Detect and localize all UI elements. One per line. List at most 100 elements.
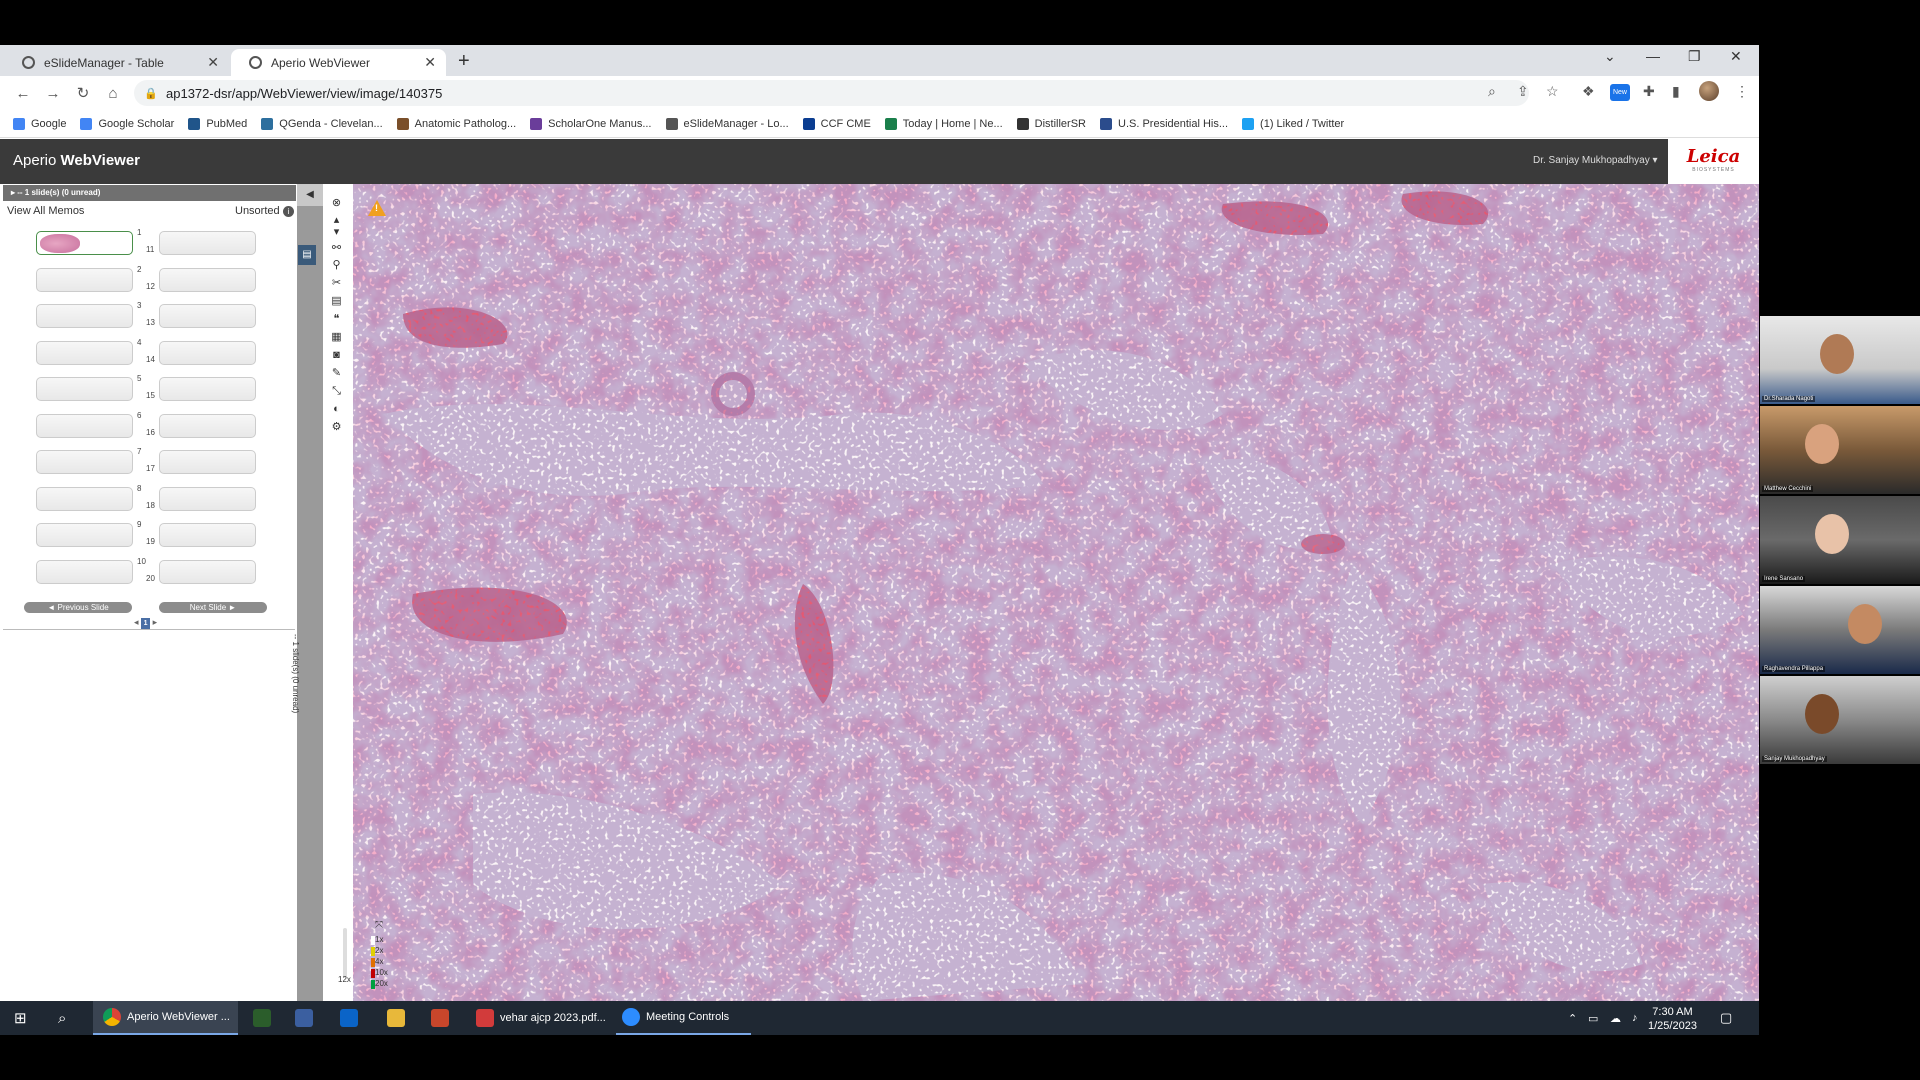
close-icon[interactable]: ✕ [424,54,436,71]
profile-avatar[interactable] [1699,81,1719,101]
memo-icon[interactable]: ▤ [298,245,316,265]
slide-slot[interactable] [36,450,133,474]
bookmark-item[interactable]: Today | Home | Ne... [884,117,1003,130]
new-badge-icon[interactable]: New [1610,84,1630,101]
minimize-button[interactable]: — [1646,48,1660,64]
zoom-level-option[interactable]: 10x [375,968,388,977]
share-icon[interactable]: ⇪ [1517,83,1529,100]
close-icon[interactable]: ✕ [207,54,219,71]
extensions-icon[interactable]: ✚ [1643,83,1655,100]
warning-icon[interactable]: ! [368,200,386,216]
slide-slot[interactable] [159,267,256,292]
close-window-button[interactable]: ✕ [1730,48,1742,65]
notification-icon[interactable]: ▢ [1720,1001,1732,1035]
onedrive-icon[interactable]: ☁ [1610,1001,1621,1035]
reload-icon[interactable]: ↻ [68,84,98,102]
taskbar-item-aperio[interactable]: Aperio WebViewer ... [93,1001,238,1035]
tray-chevron-icon[interactable]: ⌃ [1568,1001,1577,1035]
epic-icon[interactable] [295,1001,319,1035]
powerpoint-icon[interactable] [431,1001,455,1035]
slide-slot[interactable] [159,377,256,401]
pin-icon[interactable]: ⚲ [330,259,343,272]
view-all-memos-link[interactable]: View All Memos [7,205,84,217]
slide-slot[interactable] [159,304,256,328]
pager-prev[interactable]: ◂ [134,617,139,627]
document-icon[interactable]: ▤ [330,295,343,308]
zoom-level-option[interactable]: 1x [375,935,383,944]
participant-video-tile[interactable]: Dr.Sharada Nagoti [1760,316,1920,404]
file-explorer-icon[interactable] [387,1001,411,1035]
bookmark-item[interactable]: U.S. Presidential His... [1100,117,1228,130]
fit-icon[interactable]: ⤧ [375,920,383,931]
slide-slot[interactable] [159,486,256,511]
slide-slot[interactable] [159,559,256,584]
address-bar[interactable]: 🔒 ap1372-dsr/app/WebViewer/view/image/14… [134,80,1529,106]
outlook-icon[interactable] [340,1001,364,1035]
user-menu[interactable]: Dr. Sanjay Mukhopadhyay ▾ [1533,155,1658,166]
close-icon[interactable]: ⊗ [330,197,343,210]
participant-video-tile[interactable]: Matthew Cecchini [1760,406,1920,494]
participant-video-tile[interactable]: Raghavendra Pillappa [1760,586,1920,674]
bookmark-item[interactable]: Google Scholar [80,117,174,130]
taskbar-item-meeting[interactable]: Meeting Controls [616,1001,751,1035]
dropbox-icon[interactable]: ❖ [1582,83,1595,100]
search-icon[interactable]: ⌕ [58,1001,66,1035]
info-icon[interactable]: i [283,206,294,217]
pager-current[interactable]: 1 [141,618,151,629]
pager-next[interactable]: ▸ [153,617,158,627]
zoom-level-option[interactable]: 20x [375,979,388,988]
network-icon[interactable]: ▭ [1588,1001,1598,1035]
grid-icon[interactable]: ▦ [330,331,343,344]
clock[interactable]: 7:30 AM 1/25/2023 [1648,1005,1697,1033]
bookmark-item[interactable]: (1) Liked / Twitter [1242,117,1344,130]
sidepanel-icon[interactable]: ▮ [1672,83,1680,100]
menu-icon[interactable]: ⋮ [1735,83,1749,100]
zoom-level-option[interactable]: 4x [375,957,383,966]
back-icon[interactable]: ← [8,85,38,102]
slide-slot[interactable] [36,340,133,365]
bookmark-item[interactable]: DistillerSR [1016,117,1086,130]
home-icon[interactable]: ⌂ [98,85,128,102]
panel-collapse-bar[interactable]: ◀ -- 1 slide(s) (0 unread) [291,184,323,1001]
volume-icon[interactable]: ♪ [1632,1001,1638,1035]
zoom-icon[interactable]: ⌕ [1488,83,1496,100]
bookmark-item[interactable]: Anatomic Patholog... [396,117,516,130]
taskbar-item-pdf[interactable]: vehar ajcp 2023.pdf... [470,1001,610,1035]
slide-tray-header[interactable]: ▸ -- 1 slide(s) (0 unread) [3,185,296,201]
previous-slide-button[interactable]: ◄ Previous Slide [24,602,132,613]
sort-dropdown[interactable]: Unsorted [235,205,280,217]
tab-eslidemanager[interactable]: eSlideManager - Table ✕ [4,49,229,76]
arrow-down-icon[interactable]: ▾ [330,226,343,239]
slide-slot[interactable] [36,523,133,547]
tab-search-icon[interactable]: ⌄ [1604,48,1616,65]
bookmark-item[interactable]: PubMed [188,117,247,130]
slide-slot[interactable] [159,340,256,365]
camera-icon[interactable]: ◙ [330,349,343,362]
settings-icon[interactable]: ⚙ [330,421,343,434]
new-tab-button[interactable]: + [458,50,470,73]
participant-video-tile[interactable]: Sanjay Mukhopadhyay [1760,676,1920,764]
ruler-icon[interactable]: ⤡ [330,385,343,398]
comment-icon[interactable]: ❝ [330,313,343,326]
star-icon[interactable]: ☆ [1546,83,1559,100]
slide-slot[interactable] [36,413,133,438]
slide-slot[interactable] [36,559,133,584]
scissors-icon[interactable]: ✂ [330,277,343,290]
slide-thumbnail-selected[interactable] [36,231,133,255]
slide-slot[interactable] [36,304,133,328]
slide-slot[interactable] [36,267,133,292]
slide-slot[interactable] [159,413,256,438]
zoom-slider-track[interactable] [343,928,347,978]
slide-slot[interactable] [159,450,256,474]
contrast-icon[interactable]: ◐ [330,403,343,416]
participant-video-tile[interactable]: Irene Sansano [1760,496,1920,584]
slide-slot[interactable] [159,523,256,547]
slide-slot[interactable] [36,486,133,511]
bookmark-item[interactable]: eSlideManager - Lo... [665,117,789,130]
zoom-level-option[interactable]: 2x [375,946,383,955]
slide-slot[interactable] [159,231,256,255]
next-slide-button[interactable]: Next Slide ► [159,602,267,613]
link-icon[interactable]: ⚯ [330,242,343,255]
collapse-arrow-icon[interactable]: ◀ [297,184,323,206]
bookmark-item[interactable]: QGenda - Clevelan... [261,117,383,130]
